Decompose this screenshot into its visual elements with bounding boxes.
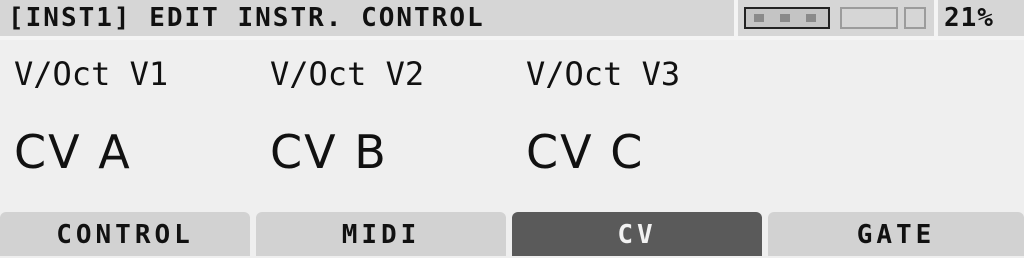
cv-column-1[interactable]: V/Oct V1 CV A bbox=[14, 52, 264, 180]
cv-column-3[interactable]: V/Oct V3 CV C bbox=[526, 52, 776, 180]
page-title: [INST1] EDIT INSTR. CONTROL bbox=[8, 3, 485, 33]
column-value[interactable]: CV A bbox=[14, 124, 264, 180]
header-bar: [INST1] EDIT INSTR. CONTROL 21% bbox=[0, 0, 1024, 40]
level-meter-filled bbox=[744, 7, 830, 29]
column-value[interactable]: CV C bbox=[526, 124, 776, 180]
tab-bar: CONTROL MIDI CV GATE bbox=[0, 212, 1024, 256]
tab-midi[interactable]: MIDI bbox=[256, 212, 506, 256]
battery-percent: 21% bbox=[944, 3, 994, 33]
level-meter-icon bbox=[744, 7, 830, 29]
column-label: V/Oct V3 bbox=[526, 55, 681, 93]
column-label: V/Oct V2 bbox=[270, 55, 425, 93]
column-label: V/Oct V1 bbox=[14, 55, 169, 93]
column-value[interactable]: CV B bbox=[270, 124, 520, 180]
tab-cv[interactable]: CV bbox=[512, 212, 762, 256]
level-meter-small-icon bbox=[904, 7, 926, 29]
header-underline bbox=[0, 36, 1024, 40]
tab-control[interactable]: CONTROL bbox=[0, 212, 250, 256]
cv-column-2[interactable]: V/Oct V2 CV B bbox=[270, 52, 520, 180]
level-meter-empty-icon bbox=[840, 7, 898, 29]
header-divider-right bbox=[934, 0, 938, 40]
tab-gate[interactable]: GATE bbox=[768, 212, 1024, 256]
header-divider bbox=[734, 0, 738, 40]
